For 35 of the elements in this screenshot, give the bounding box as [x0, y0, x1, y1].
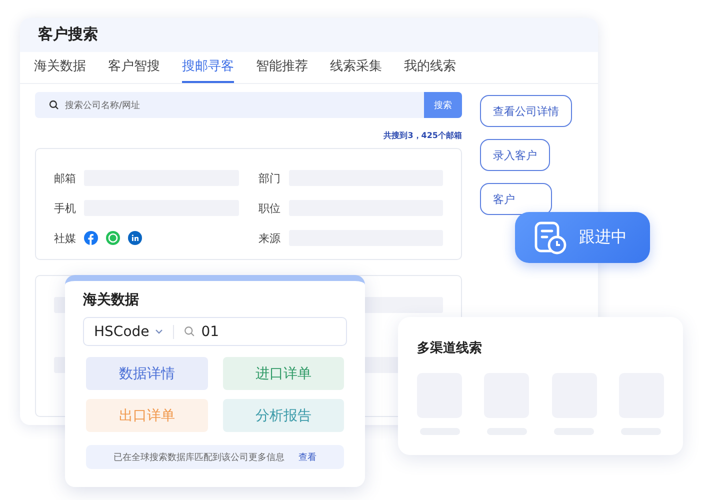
facebook-icon: [84, 231, 98, 245]
hscode-search-field[interactable]: HSCode 01: [83, 317, 347, 346]
linkedin-icon: [128, 231, 142, 245]
action-button[interactable]: 客户: [480, 183, 552, 215]
field-label: 职位: [258, 200, 280, 216]
action-button[interactable]: 查看公司详情: [480, 95, 572, 127]
field-label: 社媒: [54, 230, 76, 246]
tab[interactable]: 线索采集: [330, 52, 382, 83]
tab[interactable]: 海关数据: [34, 52, 86, 83]
data-tile-button[interactable]: 数据详情: [86, 357, 208, 390]
search-field[interactable]: 搜索公司名称/网址 搜索: [35, 92, 462, 118]
field-label: 部门: [258, 170, 280, 186]
whatsapp-icon: [106, 231, 120, 245]
status-badge: 跟进中: [515, 212, 650, 263]
document-clock-icon: [533, 220, 567, 254]
card-title: 多渠道线索: [417, 341, 482, 356]
view-link[interactable]: 查看: [298, 450, 316, 464]
result-count: 共搜到3，425个邮箱: [384, 130, 462, 141]
notice-text: 已在全球搜索数据库匹配到该公司更多信息: [114, 452, 284, 464]
chevron-down-icon: [155, 328, 164, 334]
field-label: 邮箱: [54, 170, 76, 186]
data-tile-button[interactable]: 分析报告: [222, 399, 344, 432]
tab[interactable]: 搜邮寻客: [182, 52, 234, 83]
tab[interactable]: 客户智搜: [108, 52, 160, 83]
popup-title: 海关数据: [83, 291, 140, 309]
window-title: 客户搜索: [38, 25, 98, 44]
tab[interactable]: 智能推荐: [256, 52, 308, 83]
tab[interactable]: 我的线索: [404, 52, 456, 83]
search-icon: [184, 326, 196, 337]
action-button[interactable]: 录入客户: [480, 139, 550, 171]
data-tile-button[interactable]: 进口详单: [222, 357, 344, 390]
search-button[interactable]: 搜索: [424, 92, 462, 118]
field-label: 来源: [258, 230, 280, 246]
search-icon: [49, 100, 59, 110]
field-label: 手机: [54, 200, 76, 216]
